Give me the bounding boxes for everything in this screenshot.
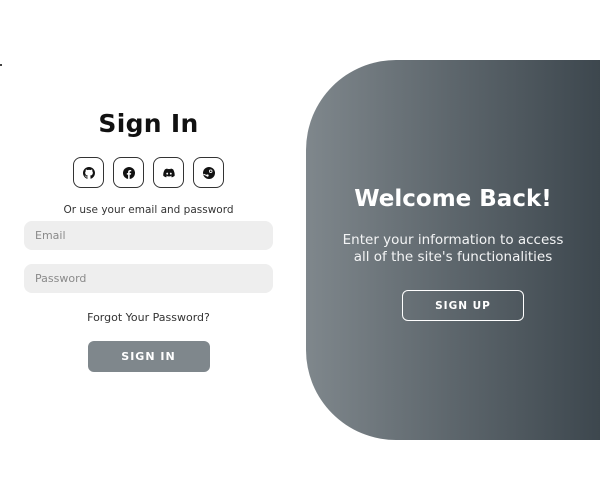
welcome-message-line-1: Enter your information to access — [342, 232, 564, 248]
password-field[interactable] — [24, 264, 273, 293]
sign-in-form: Sign In Or use your email and password E… — [24, 104, 273, 372]
corner-mark — [0, 64, 2, 66]
github-icon — [82, 166, 95, 179]
sign-up-button[interactable]: SIGN UP — [402, 290, 524, 321]
email-field[interactable] — [24, 221, 273, 250]
social-login-row — [24, 157, 273, 188]
facebook-icon — [122, 166, 135, 179]
facebook-login-button[interactable] — [113, 157, 144, 188]
sign-in-button[interactable]: SIGN IN — [87, 341, 210, 372]
steam-icon — [202, 166, 215, 179]
alternative-login-text: Or use your email and password — [63, 204, 234, 216]
sign-in-title: Sign In — [98, 109, 199, 138]
discord-icon — [162, 167, 175, 179]
welcome-panel: Welcome Back! Enter your information to … — [306, 60, 600, 440]
welcome-message-line-2: all of the site's functionalities — [353, 249, 553, 265]
forgot-password-link[interactable]: Forgot Your Password? — [24, 311, 273, 325]
welcome-message: Enter your information to access all of … — [306, 232, 600, 266]
github-login-button[interactable] — [73, 157, 104, 188]
welcome-title: Welcome Back! — [354, 186, 552, 212]
sign-in-page: Sign In Or use your email and password E… — [0, 0, 600, 500]
discord-login-button[interactable] — [153, 157, 184, 188]
steam-login-button[interactable] — [193, 157, 224, 188]
